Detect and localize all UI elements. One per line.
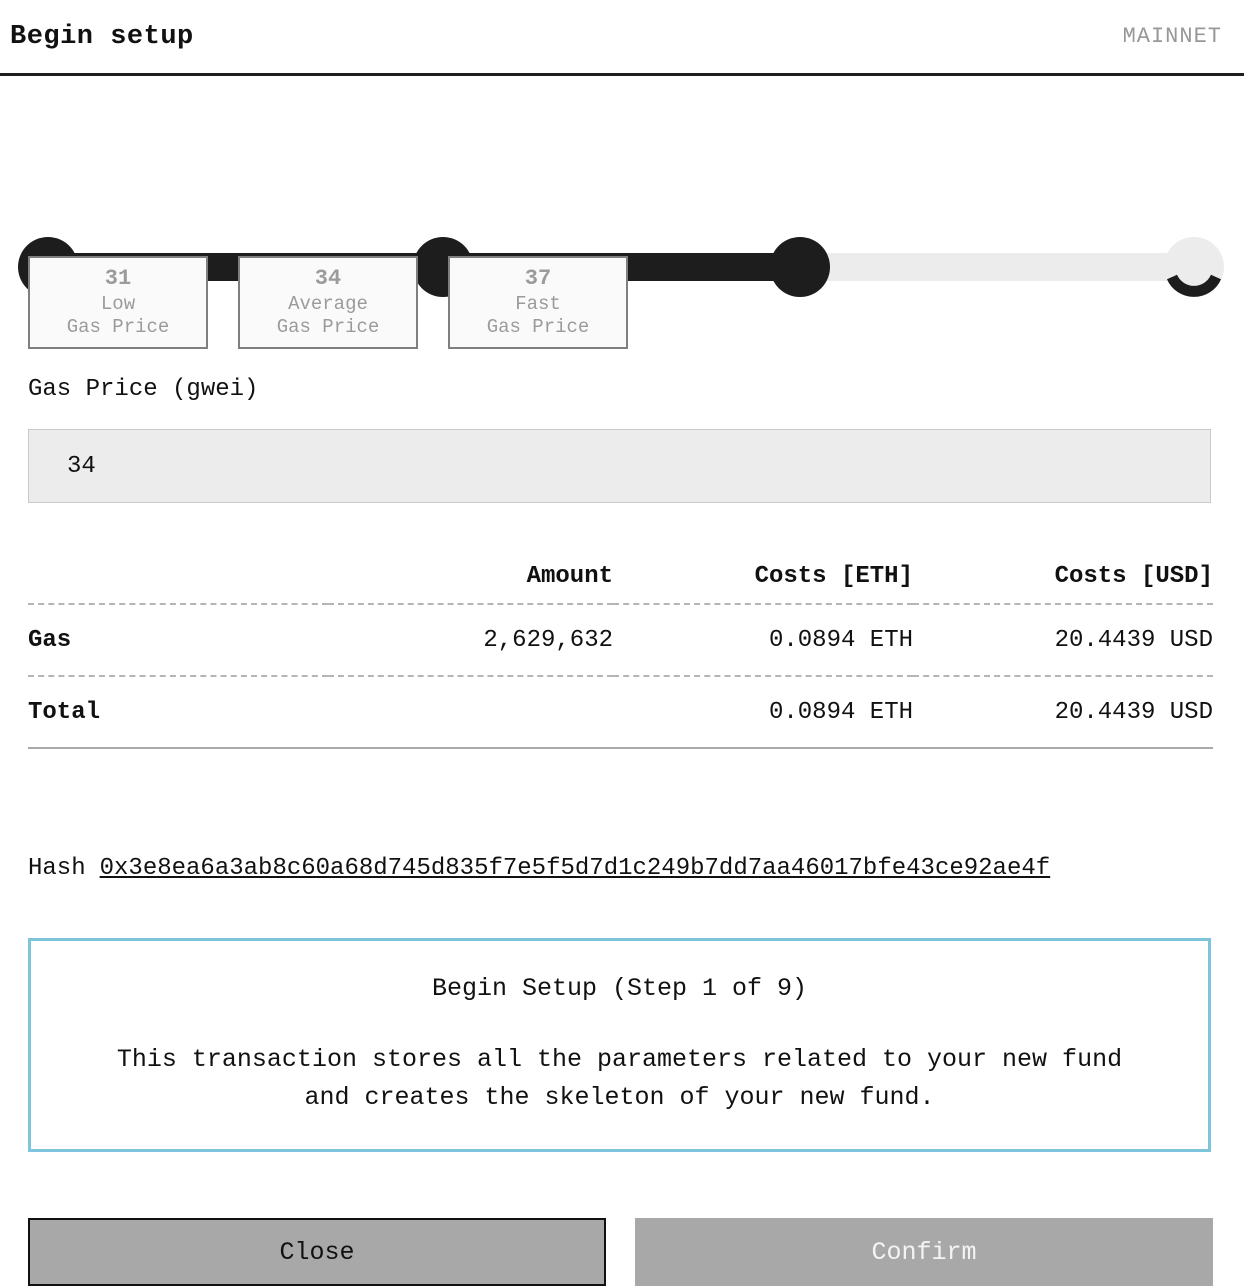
cost-row-total-eth: 0.0894 ETH: [613, 676, 913, 749]
progress-stepper: [0, 110, 1244, 297]
cost-row-gas-usd: 20.4439 USD: [913, 604, 1213, 677]
cost-header-amount: Amount: [328, 550, 613, 605]
cost-row-gas-amount: 2,629,632: [328, 604, 613, 677]
cost-table-body: Gas 2,629,632 0.0894 ETH 20.4439 USD Tot…: [28, 604, 1213, 749]
gas-preset-low-value: 31: [104, 265, 132, 291]
gas-preset-average-sublabel: Gas Price: [276, 315, 380, 338]
loading-spinner-icon: [1166, 274, 1222, 297]
cost-row-total-label: Total: [28, 676, 328, 749]
gas-preset-average-value: 34: [314, 265, 342, 291]
network-badge: MAINNET: [1122, 24, 1222, 49]
modal-footer: Close Confirm: [0, 1218, 1244, 1286]
cost-table-header-row: Amount Costs [ETH] Costs [USD]: [28, 550, 1213, 605]
table-row: Total 0.0894 ETH 20.4439 USD: [28, 676, 1213, 749]
modal-header: Begin setup MAINNET: [0, 0, 1244, 76]
cost-summary-table: Amount Costs [ETH] Costs [USD] Gas 2,629…: [28, 550, 1213, 749]
cost-header-label: [28, 550, 328, 605]
stepper-node-3: [770, 237, 830, 297]
gas-preset-low-label: Low: [100, 292, 136, 315]
cost-header-usd: Costs [USD]: [913, 550, 1213, 605]
gas-preset-average[interactable]: 34 Average Gas Price: [238, 256, 418, 349]
transaction-hash-row: Hash 0x3e8ea6a3ab8c60a68d745d835f7e5f5d7d…: [28, 855, 1050, 882]
step-info-box: Begin Setup (Step 1 of 9) This transacti…: [28, 938, 1211, 1152]
gas-price-label: Gas Price (gwei): [28, 376, 259, 403]
transaction-hash-link[interactable]: 0x3e8ea6a3ab8c60a68d745d835f7e5f5d7d1c24…: [100, 855, 1051, 882]
gas-preset-fast[interactable]: 37 Fast Gas Price: [448, 256, 628, 349]
table-row: Gas 2,629,632 0.0894 ETH 20.4439 USD: [28, 604, 1213, 677]
cost-row-gas-label: Gas: [28, 604, 328, 677]
close-button[interactable]: Close: [28, 1218, 606, 1286]
cost-table-head: Amount Costs [ETH] Costs [USD]: [28, 550, 1213, 605]
step-info-body: This transaction stores all the paramete…: [116, 1045, 1123, 1112]
gas-preset-fast-label: Fast: [515, 292, 561, 315]
cost-row-total-amount: [328, 676, 613, 749]
gas-preset-low-sublabel: Gas Price: [66, 315, 170, 338]
gas-preset-average-label: Average: [288, 292, 368, 315]
cost-row-total-usd: 20.4439 USD: [913, 676, 1213, 749]
gas-price-input[interactable]: [28, 429, 1211, 503]
cost-row-gas-eth: 0.0894 ETH: [613, 604, 913, 677]
step-info-title: Begin Setup (Step 1 of 9): [431, 974, 808, 1003]
transaction-setup-modal: Begin setup MAINNET 31 Low Gas Price 34 …: [0, 0, 1244, 1286]
gas-preset-low[interactable]: 31 Low Gas Price: [28, 256, 208, 349]
page-title: Begin setup: [10, 21, 194, 52]
gas-preset-fast-value: 37: [524, 265, 552, 291]
transaction-hash-label: Hash: [28, 855, 86, 882]
gas-price-presets: 31 Low Gas Price 34 Average Gas Price 37…: [28, 256, 628, 349]
confirm-button[interactable]: Confirm: [635, 1218, 1213, 1286]
gas-preset-fast-sublabel: Gas Price: [486, 315, 590, 338]
cost-header-eth: Costs [ETH]: [613, 550, 913, 605]
